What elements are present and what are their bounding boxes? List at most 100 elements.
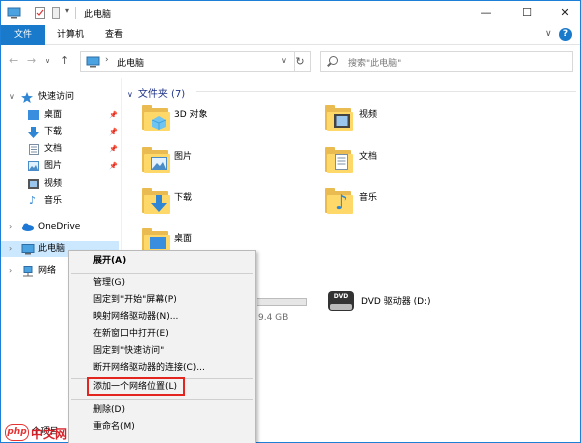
document-icon xyxy=(335,154,348,170)
ribbon-tabs: 文件 计算机 查看 ∨ ? xyxy=(1,25,580,45)
watermark-text: 中文网 xyxy=(31,427,68,441)
menu-item-pin-to-start[interactable]: 固定到"开始"屏幕(P) xyxy=(69,292,255,309)
up-icon[interactable]: ↑ xyxy=(60,54,69,67)
properties-icon[interactable] xyxy=(35,7,45,19)
folder-label[interactable]: 音乐 xyxy=(359,190,377,203)
menu-item-disconnect-network-drive[interactable]: 断开网络驱动器的连接(C)... xyxy=(69,360,255,377)
sidebar-item-pictures[interactable]: 图片 📌 xyxy=(28,158,120,174)
computer-icon xyxy=(7,7,21,19)
music-icon: ♪ xyxy=(335,190,348,214)
section-divider xyxy=(196,91,576,92)
download-icon xyxy=(28,127,39,138)
menu-separator xyxy=(71,399,253,400)
close-button[interactable]: ✕ xyxy=(546,1,581,25)
window-title: 此电脑 xyxy=(84,10,112,20)
desktop-icon xyxy=(28,110,39,120)
sidebar-item-quick-access[interactable]: ∨ 快速访问 xyxy=(9,89,119,105)
folder-pictures[interactable] xyxy=(142,146,172,174)
download-icon xyxy=(151,195,167,212)
folder-music[interactable]: ♪ xyxy=(325,187,355,215)
pin-icon[interactable]: 📌 xyxy=(109,107,118,123)
folder-label[interactable]: 下载 xyxy=(174,190,192,203)
context-menu: 展开(A) 管理(G) 固定到"开始"屏幕(P) 映射网络驱动器(N)... 在… xyxy=(68,250,256,443)
folder-downloads[interactable] xyxy=(142,187,172,215)
forward-icon[interactable]: → xyxy=(27,54,36,67)
computer-icon xyxy=(86,56,100,68)
back-icon[interactable]: ← xyxy=(9,54,18,67)
folder-label[interactable]: 3D 对象 xyxy=(174,107,208,120)
local-disk-size: 9.4 GB xyxy=(258,313,289,323)
address-bar[interactable]: › 此电脑 ∨ xyxy=(80,51,295,72)
dvd-drive-label[interactable]: DVD 驱动器 (D:) xyxy=(361,294,431,307)
maximize-button[interactable]: ☐ xyxy=(508,1,546,25)
sidebar-item-label: 快速访问 xyxy=(38,92,75,102)
local-disk-usage-bar xyxy=(257,298,307,306)
folder-3d-objects[interactable] xyxy=(142,104,172,132)
search-input[interactable]: 搜索"此电脑" xyxy=(320,51,573,72)
sidebar-item-videos[interactable]: 视频 xyxy=(28,176,120,192)
sidebar-item-label: 文档 xyxy=(44,144,63,154)
menu-item-delete[interactable]: 删除(D) xyxy=(69,402,255,419)
section-title: 文件夹 (7) xyxy=(137,89,186,100)
minimize-button[interactable]: — xyxy=(467,1,505,25)
dvd-drive-icon[interactable]: DVD xyxy=(328,291,354,311)
sidebar-item-desktop[interactable]: 桌面 📌 xyxy=(28,107,120,123)
refresh-button[interactable]: ↻ xyxy=(290,51,311,72)
menu-item-rename[interactable]: 重命名(M) xyxy=(69,419,255,436)
pin-icon[interactable]: 📌 xyxy=(109,124,118,140)
music-icon: ♪ xyxy=(29,194,37,207)
sidebar-item-label: 下载 xyxy=(44,127,63,137)
menu-item-map-network-drive[interactable]: 映射网络驱动器(N)... xyxy=(69,309,255,326)
folder-label[interactable]: 图片 xyxy=(174,149,192,162)
expand-chevron-icon[interactable]: ∨ xyxy=(9,89,15,105)
sidebar-item-music[interactable]: ♪ 音乐 xyxy=(28,193,120,209)
pin-icon[interactable]: 📌 xyxy=(109,141,118,157)
menu-item-open-new-window[interactable]: 在新窗口中打开(E) xyxy=(69,326,255,343)
menu-item-pin-quick-access[interactable]: 固定到"快速访问" xyxy=(69,343,255,360)
menu-item-manage[interactable]: 管理(G) xyxy=(69,275,255,292)
address-dropdown-icon[interactable]: ∨ xyxy=(281,56,287,65)
tab-computer[interactable]: 计算机 xyxy=(57,25,84,45)
search-icon xyxy=(329,56,338,65)
breadcrumb-chevron-icon[interactable]: › xyxy=(105,55,109,65)
sidebar-item-label: 网络 xyxy=(38,266,57,276)
folders-section-header[interactable]: ∨ 文件夹 (7) xyxy=(127,85,185,100)
ribbon-expand-icon[interactable]: ∨ xyxy=(545,29,552,39)
folder-label[interactable]: 文档 xyxy=(359,149,377,162)
expand-chevron-icon[interactable]: › xyxy=(9,263,12,279)
highlight-box xyxy=(87,377,185,396)
network-icon xyxy=(23,266,33,277)
expand-chevron-icon[interactable]: › xyxy=(9,219,12,235)
help-icon[interactable]: ? xyxy=(559,28,572,41)
sidebar-item-downloads[interactable]: 下载 📌 xyxy=(28,124,120,140)
new-folder-icon[interactable] xyxy=(52,7,60,19)
title-separator xyxy=(75,7,76,19)
folder-label[interactable]: 视频 xyxy=(359,107,377,120)
star-icon xyxy=(21,92,33,103)
desktop-icon xyxy=(150,237,166,249)
menu-item-expand[interactable]: 展开(A) xyxy=(69,253,255,270)
tab-view[interactable]: 查看 xyxy=(105,25,123,45)
explorer-window: ▾ 此电脑 — ☐ ✕ 文件 计算机 查看 ∨ ? ← → ∨ ↑ › 此电脑 … xyxy=(0,0,581,443)
video-icon xyxy=(28,179,39,189)
video-icon xyxy=(334,114,350,128)
collapse-chevron-icon[interactable]: ∨ xyxy=(127,90,133,99)
qat-dropdown-icon[interactable]: ▾ xyxy=(65,6,69,18)
sidebar-item-documents[interactable]: 文档 📌 xyxy=(28,141,120,157)
folder-documents[interactable] xyxy=(325,146,355,174)
expand-chevron-icon[interactable]: › xyxy=(9,241,12,257)
tab-file[interactable]: 文件 xyxy=(1,25,45,45)
sidebar-item-label: 视频 xyxy=(44,179,63,189)
folder-videos[interactable] xyxy=(325,104,355,132)
sidebar-item-label: 图片 xyxy=(44,161,63,171)
recent-locations-icon[interactable]: ∨ xyxy=(45,57,50,65)
navigation-bar: ← → ∨ ↑ › 此电脑 ∨ ↻ 搜索"此电脑" xyxy=(1,46,580,76)
folder-label[interactable]: 桌面 xyxy=(174,231,192,244)
search-placeholder: 搜索"此电脑" xyxy=(348,59,402,69)
pin-icon[interactable]: 📌 xyxy=(109,158,118,174)
sidebar-item-onedrive[interactable]: › OneDrive xyxy=(9,219,119,235)
breadcrumb[interactable]: 此电脑 xyxy=(117,56,144,69)
3d-objects-icon xyxy=(152,116,166,130)
sidebar-item-label: 此电脑 xyxy=(38,244,66,254)
title-bar: ▾ 此电脑 — ☐ ✕ xyxy=(1,1,580,25)
